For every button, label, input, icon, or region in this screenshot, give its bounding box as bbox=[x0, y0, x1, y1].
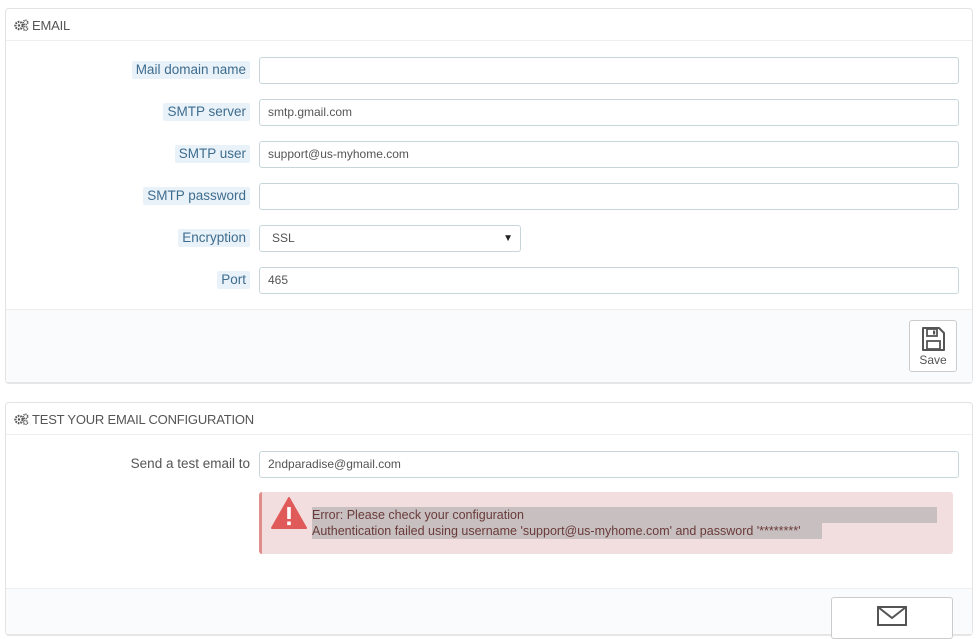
mail-domain-input[interactable] bbox=[259, 57, 959, 84]
gears-icon bbox=[14, 19, 29, 31]
email-panel-title: EMAIL bbox=[32, 18, 71, 33]
email-panel: EMAIL Mail domain name SMTP server smtp.… bbox=[5, 8, 973, 382]
send-test-email-input[interactable]: 2ndparadise@gmail.com bbox=[259, 451, 959, 478]
smtp-server-input[interactable]: smtp.gmail.com bbox=[259, 99, 959, 126]
test-panel-heading: TEST YOUR EMAIL CONFIGURATION bbox=[6, 403, 972, 435]
error-message-detail: Authentication failed using username 'su… bbox=[312, 523, 822, 539]
field-row-mail-domain: Mail domain name bbox=[6, 57, 972, 85]
gears-icon bbox=[14, 413, 29, 425]
send-test-email-button[interactable] bbox=[831, 597, 953, 639]
field-row-encryption: Encryption SSL ▼ bbox=[6, 225, 972, 253]
encryption-selected-value: SSL bbox=[272, 231, 295, 245]
error-alert: Error: Please check your configuration A… bbox=[259, 492, 953, 554]
warning-icon bbox=[271, 497, 307, 529]
envelope-icon bbox=[877, 606, 907, 626]
smtp-password-input[interactable] bbox=[259, 183, 959, 210]
field-row-smtp-server: SMTP server smtp.gmail.com bbox=[6, 99, 972, 127]
encryption-label: Encryption bbox=[178, 229, 250, 247]
floppy-disk-icon bbox=[922, 327, 945, 351]
smtp-server-label: SMTP server bbox=[163, 103, 250, 121]
field-row-smtp-password: SMTP password bbox=[6, 183, 972, 211]
email-panel-heading: EMAIL bbox=[6, 9, 972, 41]
error-message-title: Error: Please check your configuration bbox=[312, 507, 937, 523]
encryption-select[interactable]: SSL ▼ bbox=[259, 225, 521, 252]
email-panel-footer: Save bbox=[6, 309, 972, 382]
save-button[interactable]: Save bbox=[909, 320, 957, 372]
test-panel-title: TEST YOUR EMAIL CONFIGURATION bbox=[32, 412, 254, 427]
smtp-user-input[interactable]: support@us-myhome.com bbox=[259, 141, 959, 168]
send-test-label: Send a test email to bbox=[130, 456, 250, 471]
port-label: Port bbox=[217, 271, 250, 289]
field-row-send-test: Send a test email to 2ndparadise@gmail.c… bbox=[6, 451, 972, 479]
field-row-port: Port 465 bbox=[6, 267, 972, 295]
mail-domain-label: Mail domain name bbox=[131, 61, 250, 79]
save-button-label: Save bbox=[919, 353, 947, 367]
smtp-password-label: SMTP password bbox=[143, 187, 250, 205]
test-panel-footer bbox=[6, 588, 972, 634]
field-row-smtp-user: SMTP user support@us-myhome.com bbox=[6, 141, 972, 169]
caret-down-icon: ▼ bbox=[503, 233, 513, 244]
port-input[interactable]: 465 bbox=[259, 267, 959, 294]
test-email-panel: TEST YOUR EMAIL CONFIGURATION Send a tes… bbox=[5, 402, 973, 634]
smtp-user-label: SMTP user bbox=[174, 145, 250, 163]
